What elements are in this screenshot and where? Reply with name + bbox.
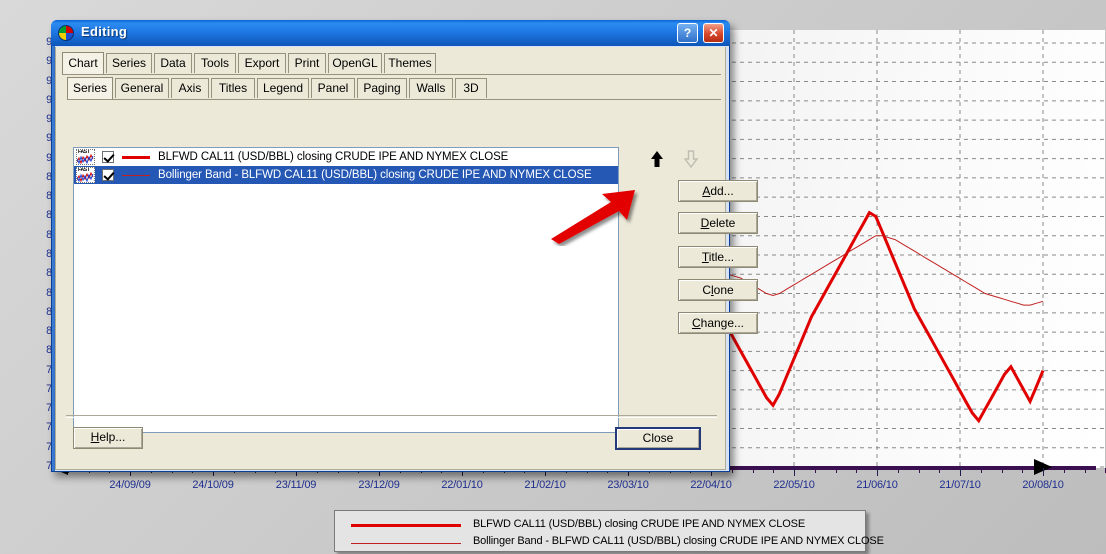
secondary-tab-underline xyxy=(67,99,721,100)
legend-item: Bollinger Band - BLFWD CAL11 (USD/BBL) c… xyxy=(335,533,884,551)
legend-label: Bollinger Band - BLFWD CAL11 (USD/BBL) c… xyxy=(473,535,884,547)
x-axis-tick-label: 22/04/10 xyxy=(690,479,732,491)
move-series-up-button[interactable] xyxy=(646,148,668,170)
tab-3d[interactable]: 3D xyxy=(455,78,487,98)
x-axis-tick-label: 22/01/10 xyxy=(441,479,483,491)
legend-swatch xyxy=(351,543,461,544)
editing-dialog: Editing ? ✕ Chart Series Data Tools Export Pr… xyxy=(51,20,758,472)
change-series-button[interactable]: Change... xyxy=(678,312,758,334)
close-titlebar-button[interactable]: ✕ xyxy=(703,23,724,43)
series-title-button[interactable]: Title... xyxy=(678,246,758,268)
series-list-item[interactable]: FAST Bollinger Band - BLFWD CAL11 (USD/BB… xyxy=(74,166,618,184)
x-axis-labels: 24/09/09 24/10/09 23/11/09 23/12/09 22/01/10… xyxy=(0,479,1106,497)
x-axis-tick-label: 21/02/10 xyxy=(524,479,566,491)
dialog-title: Editing xyxy=(81,24,128,39)
x-axis-tick-label: 23/12/09 xyxy=(358,479,400,491)
x-axis-tick-label: 22/05/10 xyxy=(773,479,815,491)
tab-data[interactable]: Data xyxy=(154,53,192,73)
add-series-button[interactable]: Add... xyxy=(678,180,758,202)
x-axis-tick-label: 21/07/10 xyxy=(939,479,981,491)
series-list-item[interactable]: FAST BLFWD CAL11 (USD/BBL) closing CRUDE … xyxy=(74,148,618,166)
tab-legend[interactable]: Legend xyxy=(257,78,309,98)
tab-export[interactable]: Export xyxy=(238,53,286,73)
tab-general[interactable]: General xyxy=(115,78,169,98)
series-visible-checkbox[interactable] xyxy=(102,169,114,181)
tab-opengl[interactable]: OpenGL xyxy=(328,53,382,73)
series-color-swatch xyxy=(122,155,150,159)
tab-titles[interactable]: Titles xyxy=(211,78,255,98)
legend-label: BLFWD CAL11 (USD/BBL) closing CRUDE IPE … xyxy=(473,518,806,530)
x-axis-tick-label: 23/11/09 xyxy=(275,479,317,491)
tab-print[interactable]: Print xyxy=(288,53,326,73)
tab-themes[interactable]: Themes xyxy=(384,53,436,73)
x-axis-tick-label: 23/03/10 xyxy=(607,479,649,491)
help-button[interactable]: Help... xyxy=(73,427,143,449)
tab-walls[interactable]: Walls xyxy=(409,78,453,98)
help-titlebar-button[interactable]: ? xyxy=(677,23,698,43)
move-series-down-button[interactable] xyxy=(680,148,702,170)
dialog-body: Chart Series Data Tools Export Print OpenGL The… xyxy=(55,47,758,470)
clone-series-button[interactable]: Clone xyxy=(678,279,758,301)
footer-divider xyxy=(66,415,717,418)
tab-paging[interactable]: Paging xyxy=(357,78,407,98)
chart-legend[interactable]: BLFWD CAL11 (USD/BBL) closing CRUDE IPE … xyxy=(334,510,884,552)
tab-panel[interactable]: Panel xyxy=(311,78,355,98)
series-list-item-label: BLFWD CAL11 (USD/BBL) closing CRUDE IPE … xyxy=(158,151,509,163)
x-axis-tick-label: 24/10/09 xyxy=(192,479,234,491)
series-visible-checkbox[interactable] xyxy=(102,151,114,163)
tab-chart[interactable]: Chart xyxy=(62,52,104,74)
x-axis-tick-label: 20/08/10 xyxy=(1022,479,1064,491)
series-listbox[interactable]: FAST BLFWD CAL11 (USD/BBL) closing CRUDE … xyxy=(73,147,619,433)
series-color-swatch xyxy=(122,174,150,176)
x-axis-tick-label: 21/06/10 xyxy=(856,479,898,491)
fast-series-icon: FAST xyxy=(76,149,95,165)
dialog-titlebar[interactable]: Editing ? ✕ xyxy=(51,20,730,46)
legend-swatch xyxy=(351,524,461,527)
tab-tools[interactable]: Tools xyxy=(194,53,236,73)
series-list-item-label: Bollinger Band - BLFWD CAL11 (USD/BBL) c… xyxy=(158,169,592,181)
legend-item: BLFWD CAL11 (USD/BBL) closing CRUDE IPE … xyxy=(335,516,865,534)
primary-tab-underline xyxy=(62,74,721,75)
tab-series[interactable]: Series xyxy=(106,53,152,73)
x-axis-tick-label: 24/09/09 xyxy=(109,479,151,491)
tab-axis[interactable]: Axis xyxy=(171,78,209,98)
teechart-logo-icon xyxy=(58,25,74,41)
fast-series-icon: FAST xyxy=(76,167,95,183)
delete-series-button[interactable]: Delete xyxy=(678,212,758,234)
close-button[interactable]: Close xyxy=(615,427,701,450)
tab-series[interactable]: Series xyxy=(67,77,113,99)
